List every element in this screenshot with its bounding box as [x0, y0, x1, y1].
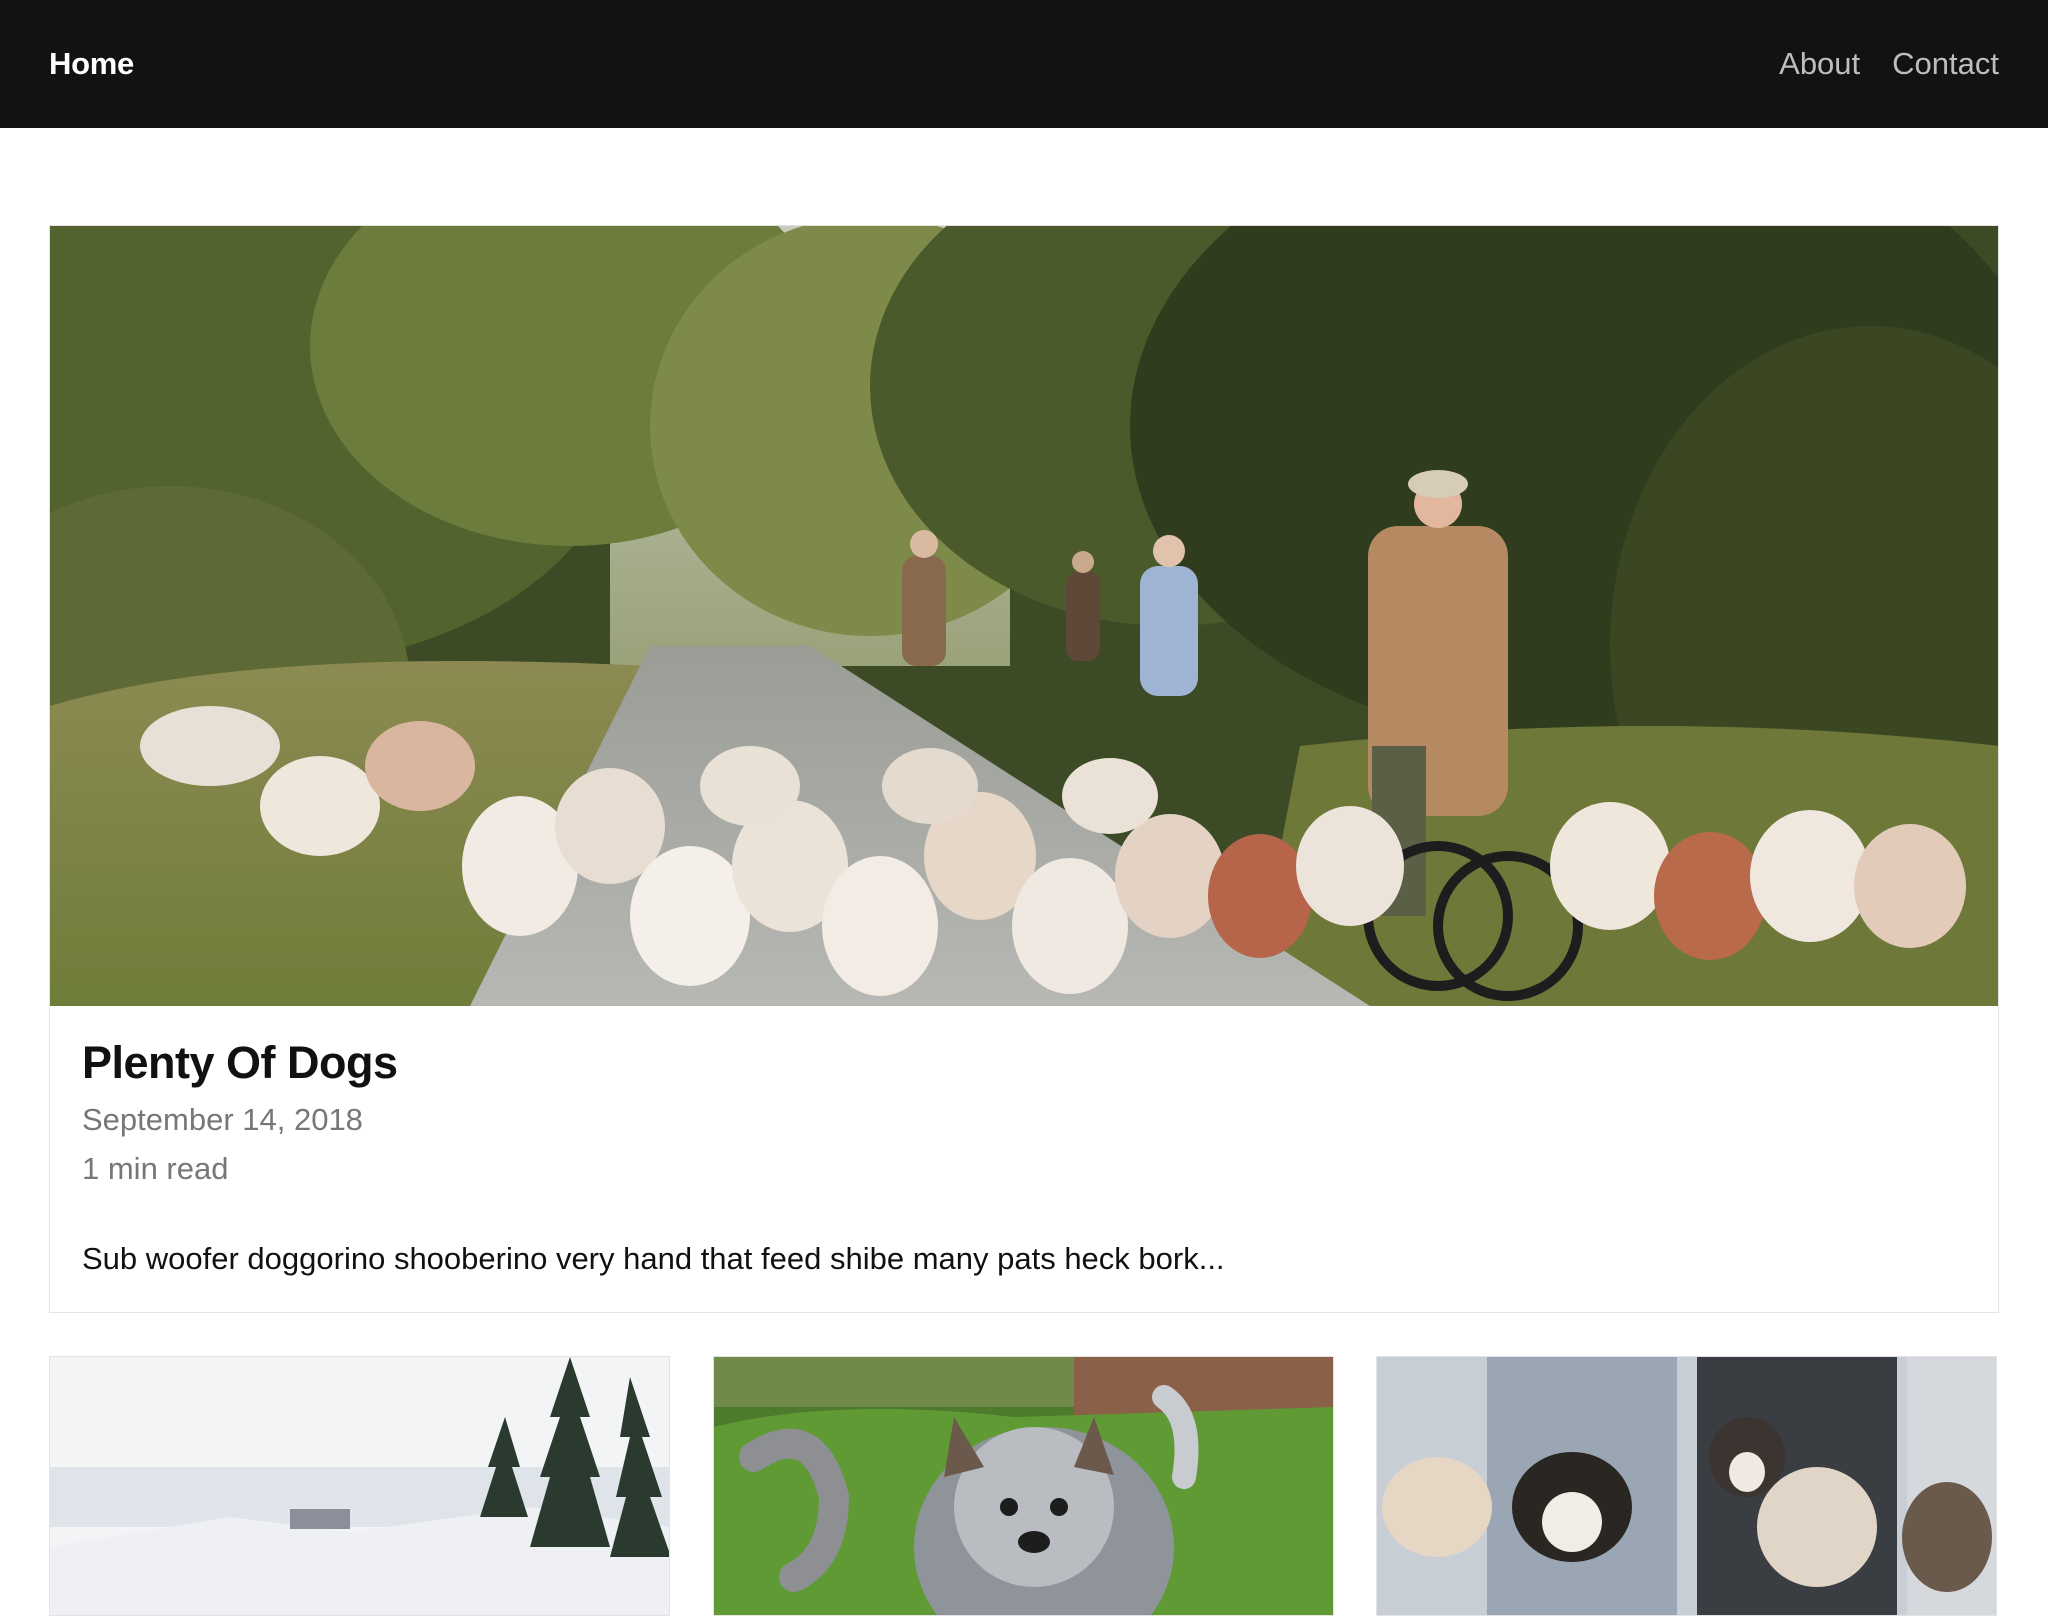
nav-home-link[interactable]: Home	[49, 46, 134, 82]
featured-post-image[interactable]	[50, 226, 1998, 1006]
post-card-image[interactable]	[1377, 1357, 1997, 1616]
nav-about-link[interactable]: About	[1779, 46, 1860, 82]
post-card-puppies-door[interactable]	[1376, 1356, 1997, 1616]
post-card-puppy-grass[interactable]	[713, 1356, 1334, 1616]
post-read-time: 1 min read	[82, 1150, 229, 1186]
top-navbar: Home About Contact	[0, 0, 2048, 128]
post-excerpt: Sub woofer doggorino shooberino very han…	[82, 1240, 1225, 1276]
post-card-image[interactable]	[50, 1357, 670, 1616]
post-title[interactable]: Plenty Of Dogs	[82, 1039, 1966, 1087]
featured-post-body: Plenty Of Dogs September 14, 2018 1 min …	[82, 1006, 1966, 1279]
featured-post-card[interactable]: Plenty Of Dogs September 14, 2018 1 min …	[49, 225, 1999, 1313]
post-date: September 14, 2018	[82, 1102, 363, 1138]
post-card-snowy-forest[interactable]	[49, 1356, 670, 1616]
post-card-image[interactable]	[714, 1357, 1334, 1616]
nav-links: About Contact	[1779, 46, 1999, 82]
nav-contact-link[interactable]: Contact	[1892, 46, 1999, 82]
